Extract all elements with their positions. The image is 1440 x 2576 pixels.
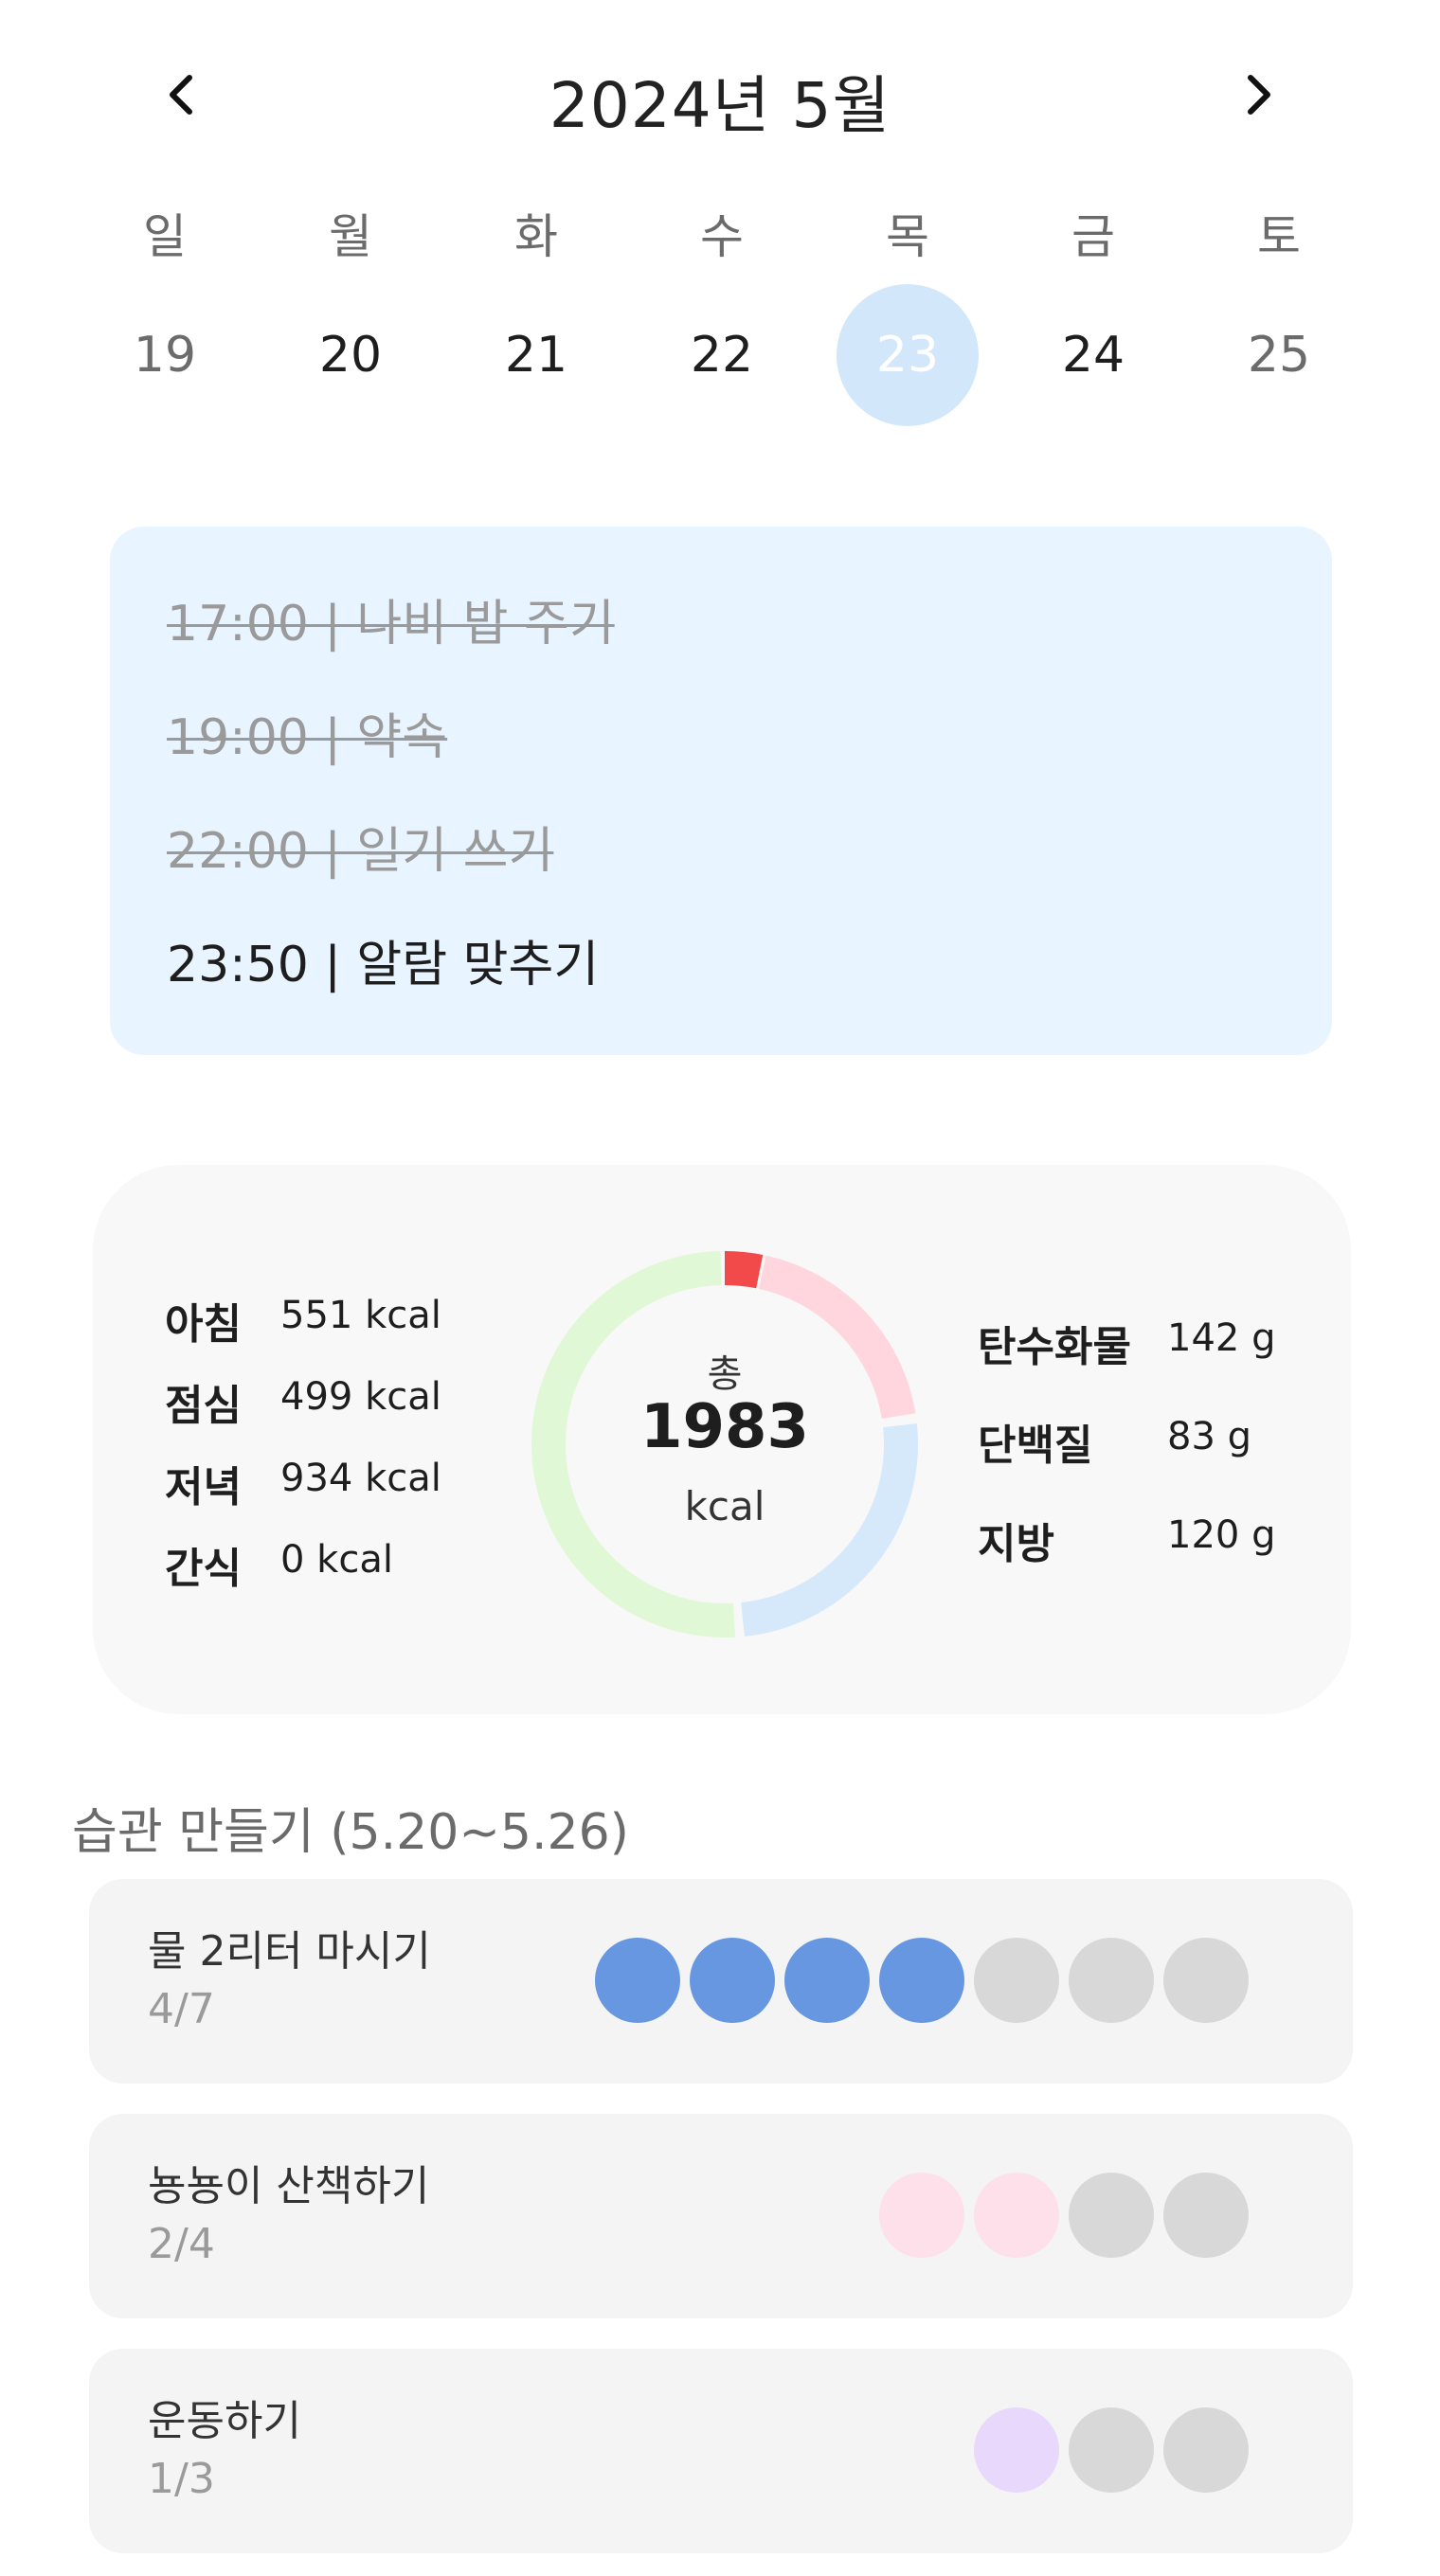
habit-progress: 2/4 bbox=[148, 2220, 215, 2268]
habit-progress: 4/7 bbox=[148, 1985, 215, 2033]
date-21[interactable]: 21 bbox=[465, 284, 607, 426]
nutrient-value-carbs: 142 g bbox=[1167, 1316, 1276, 1360]
weekday-mon: 월 bbox=[329, 209, 372, 264]
habit-dot-empty[interactable] bbox=[1069, 2173, 1154, 2258]
chevron-right-icon bbox=[1248, 75, 1270, 115]
meal-value-dinner: 934 kcal bbox=[280, 1457, 441, 1500]
habit-progress: 1/3 bbox=[148, 2455, 215, 2503]
habit-card[interactable]: 운동하기 1/3 bbox=[89, 2349, 1353, 2553]
habit-dots bbox=[974, 2407, 1249, 2495]
date-22[interactable]: 22 bbox=[651, 284, 793, 426]
date-row: 19 20 21 22 23 24 25 bbox=[0, 284, 1440, 436]
date-19[interactable]: 19 bbox=[94, 284, 236, 426]
habit-dots bbox=[879, 2173, 1249, 2260]
date-20[interactable]: 20 bbox=[279, 284, 422, 426]
habit-section-title: 습관 만들기 (5.20~5.26) bbox=[72, 1804, 629, 1861]
habit-dot-empty[interactable] bbox=[1163, 2173, 1249, 2258]
meal-label-breakfast: 아침 bbox=[165, 1300, 242, 1349]
donut-center: 총 1983 kcal bbox=[531, 1250, 919, 1638]
habit-dot-empty[interactable] bbox=[1163, 1938, 1249, 2023]
nutrient-label-fat: 지방 bbox=[978, 1520, 1054, 1568]
nutrient-value-protein: 83 g bbox=[1167, 1415, 1252, 1458]
meal-label-lunch: 점심 bbox=[165, 1382, 242, 1430]
habit-name: 물 2리터 마시기 bbox=[148, 1927, 431, 1976]
habit-dot-filled[interactable] bbox=[784, 1938, 870, 2023]
date-23-selected[interactable]: 23 bbox=[837, 284, 979, 426]
calorie-card: 아침 551 kcal 점심 499 kcal 저녁 934 kcal 간식 0… bbox=[93, 1165, 1351, 1714]
weekday-wed: 수 bbox=[700, 209, 744, 264]
calendar-header: 2024년 5월 bbox=[0, 38, 1440, 152]
habit-dot-filled[interactable] bbox=[879, 2173, 964, 2258]
date-24[interactable]: 24 bbox=[1022, 284, 1164, 426]
total-unit: kcal bbox=[684, 1483, 765, 1530]
todo-item[interactable]: 23:50 | 알람 맞추기 bbox=[167, 924, 599, 995]
todo-card: 17:00 | 나비 밥 주기 19:00 | 약속 22:00 | 일기 쓰기… bbox=[110, 527, 1332, 1055]
meal-label-dinner: 저녁 bbox=[165, 1463, 242, 1512]
habit-dot-empty[interactable] bbox=[1069, 1938, 1154, 2023]
nutrient-label-protein: 단백질 bbox=[978, 1422, 1093, 1470]
habit-dot-filled[interactable] bbox=[690, 1938, 775, 2023]
habit-dot-empty[interactable] bbox=[974, 1938, 1059, 2023]
weekday-tue: 화 bbox=[514, 209, 558, 264]
total-calories: 1983 bbox=[639, 1392, 810, 1462]
todo-item[interactable]: 19:00 | 약속 bbox=[167, 697, 447, 768]
meal-value-breakfast: 551 kcal bbox=[280, 1294, 441, 1337]
meal-label-snack: 간식 bbox=[165, 1545, 242, 1593]
habit-dot-filled[interactable] bbox=[974, 2173, 1059, 2258]
habit-dot-empty[interactable] bbox=[1163, 2407, 1249, 2493]
habit-card[interactable]: 물 2리터 마시기 4/7 bbox=[89, 1879, 1353, 2084]
nutrient-value-fat: 120 g bbox=[1167, 1513, 1276, 1557]
meal-value-lunch: 499 kcal bbox=[280, 1375, 441, 1419]
weekday-thu: 목 bbox=[886, 209, 929, 264]
habit-dots bbox=[595, 1938, 1249, 2025]
nutrient-label-carbs: 탄수화물 bbox=[978, 1323, 1131, 1371]
habit-dot-filled[interactable] bbox=[879, 1938, 964, 2023]
next-month-button[interactable] bbox=[1220, 57, 1296, 133]
weekday-sat: 토 bbox=[1257, 209, 1301, 264]
weekday-fri: 금 bbox=[1071, 209, 1115, 264]
habit-dot-filled[interactable] bbox=[595, 1938, 680, 2023]
date-25[interactable]: 25 bbox=[1208, 284, 1350, 426]
weekday-sun: 일 bbox=[143, 209, 187, 264]
weekday-row: 일 월 화 수 목 금 토 bbox=[0, 199, 1440, 275]
habit-dot-filled[interactable] bbox=[974, 2407, 1059, 2493]
meal-value-snack: 0 kcal bbox=[280, 1538, 393, 1582]
habit-name: 뇽뇽이 산책하기 bbox=[148, 2162, 430, 2210]
todo-item[interactable]: 22:00 | 일기 쓰기 bbox=[167, 811, 553, 882]
habit-card[interactable]: 뇽뇽이 산책하기 2/4 bbox=[89, 2114, 1353, 2318]
habit-dot-empty[interactable] bbox=[1069, 2407, 1154, 2493]
total-label: 총 bbox=[707, 1352, 743, 1396]
todo-item[interactable]: 17:00 | 나비 밥 주기 bbox=[167, 583, 615, 654]
habit-name: 운동하기 bbox=[148, 2397, 301, 2445]
